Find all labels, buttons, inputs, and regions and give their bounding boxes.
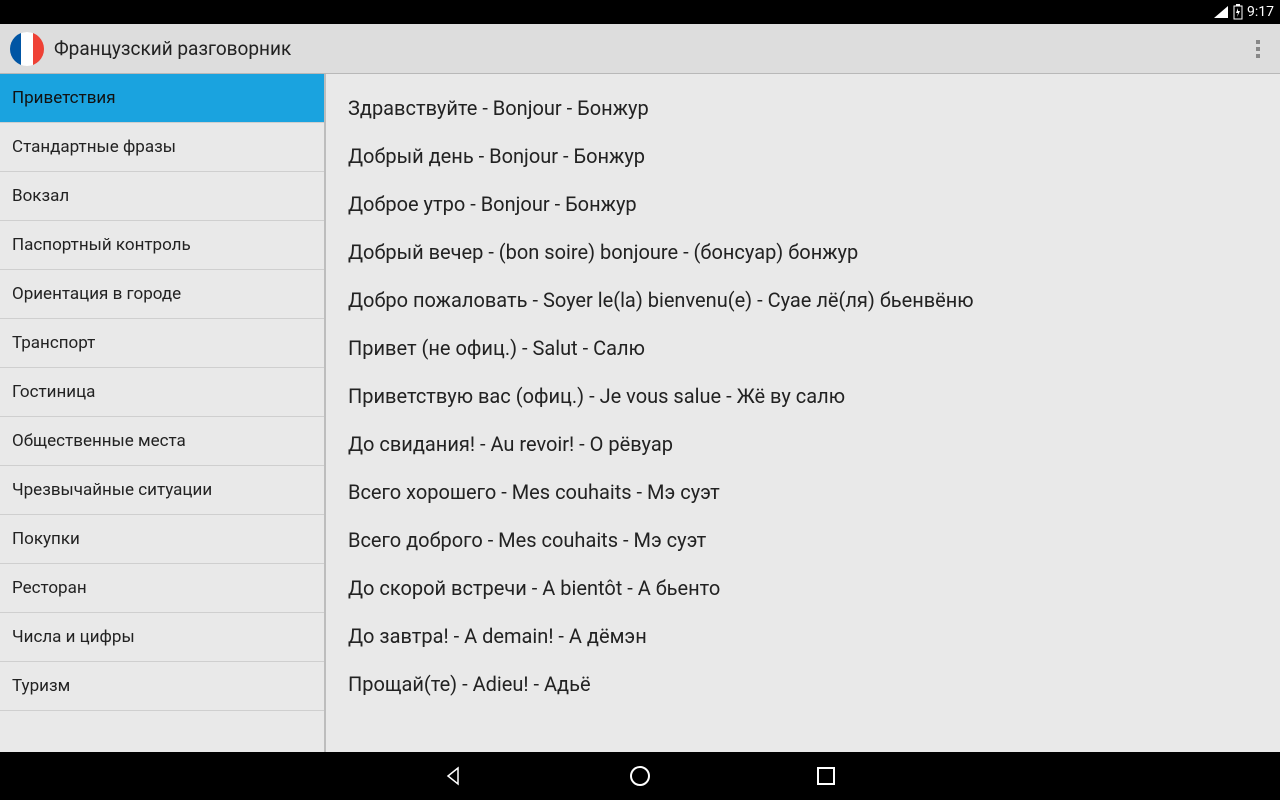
- phrase-item[interactable]: Добрый день - Bonjour - Бонжур: [326, 132, 1280, 180]
- home-button[interactable]: [627, 763, 653, 789]
- back-button[interactable]: [441, 763, 467, 789]
- sidebar-item[interactable]: Паспортный контроль: [0, 221, 324, 270]
- status-time: 9:17: [1247, 4, 1274, 20]
- sidebar-item-label: Туризм: [12, 676, 70, 696]
- overflow-menu-icon[interactable]: [1246, 29, 1270, 69]
- sidebar-item[interactable]: Ресторан: [0, 564, 324, 613]
- sidebar-item-label: Паспортный контроль: [12, 235, 191, 255]
- sidebar-item-label: Ориентация в городе: [12, 284, 181, 304]
- android-nav-bar: [0, 752, 1280, 800]
- phrase-item[interactable]: Прощай(те) - Adieu! - Адьё: [326, 660, 1280, 708]
- sidebar-item-label: Числа и цифры: [12, 627, 135, 647]
- sidebar-item[interactable]: Покупки: [0, 515, 324, 564]
- sidebar-item-label: Ресторан: [12, 578, 87, 598]
- sidebar-item-label: Чрезвычайные ситуации: [12, 480, 212, 500]
- sidebar-item[interactable]: Числа и цифры: [0, 613, 324, 662]
- android-status-bar: 9:17: [0, 0, 1280, 24]
- france-flag-icon: [10, 32, 44, 66]
- phrase-item[interactable]: Добрый вечер - (bon soire) bonjoure - (б…: [326, 228, 1280, 276]
- sidebar-item-label: Покупки: [12, 529, 80, 549]
- phrase-item[interactable]: Всего доброго - Mes couhaits - Мэ суэт: [326, 516, 1280, 564]
- phrase-list[interactable]: Здравствуйте - Bonjour - БонжурДобрый де…: [326, 74, 1280, 752]
- phrase-item[interactable]: Приветствую вас (офиц.) - Je vous salue …: [326, 372, 1280, 420]
- sidebar-item[interactable]: Стандартные фразы: [0, 123, 324, 172]
- recent-apps-button[interactable]: [813, 763, 839, 789]
- phrase-item[interactable]: До скорой встречи - A bientôt - А бьенто: [326, 564, 1280, 612]
- category-sidebar: Приветствия Стандартные фразы Вокзал Паспор…: [0, 74, 326, 752]
- phrase-item[interactable]: Добро пожаловать - Soyer le(la) bienvenu…: [326, 276, 1280, 324]
- battery-icon: [1233, 4, 1243, 20]
- phrase-item[interactable]: До завтра! - A demain! - А дёмэн: [326, 612, 1280, 660]
- sidebar-item[interactable]: Общественные места: [0, 417, 324, 466]
- phrase-item[interactable]: Здравствуйте - Bonjour - Бонжур: [326, 84, 1280, 132]
- phrase-item[interactable]: Доброе утро - Bonjour - Бонжур: [326, 180, 1280, 228]
- app-title: Французский разговорник: [54, 37, 291, 60]
- sidebar-item[interactable]: Туризм: [0, 662, 324, 711]
- phrase-item[interactable]: Всего хорошего - Mes couhaits - Мэ суэт: [326, 468, 1280, 516]
- sidebar-item[interactable]: Чрезвычайные ситуации: [0, 466, 324, 515]
- sidebar-item-label: Стандартные фразы: [12, 137, 176, 157]
- sidebar-item-label: Вокзал: [12, 186, 69, 206]
- phrase-item[interactable]: До свидания! - Au revoir! - О рёвуар: [326, 420, 1280, 468]
- sidebar-item-label: Транспорт: [12, 333, 95, 353]
- sidebar-item[interactable]: Гостиница: [0, 368, 324, 417]
- phrase-item[interactable]: Привет (не офиц.) - Salut - Салю: [326, 324, 1280, 372]
- sidebar-item[interactable]: Транспорт: [0, 319, 324, 368]
- sidebar-item[interactable]: Вокзал: [0, 172, 324, 221]
- sidebar-item[interactable]: Приветствия: [0, 74, 324, 123]
- signal-icon: [1213, 5, 1229, 19]
- sidebar-item-label: Приветствия: [12, 88, 116, 108]
- content-area: Приветствия Стандартные фразы Вокзал Паспор…: [0, 74, 1280, 752]
- sidebar-item-label: Гостиница: [12, 382, 95, 402]
- sidebar-item-label: Общественные места: [12, 431, 186, 451]
- sidebar-item[interactable]: Ориентация в городе: [0, 270, 324, 319]
- action-bar: Французский разговорник: [0, 24, 1280, 74]
